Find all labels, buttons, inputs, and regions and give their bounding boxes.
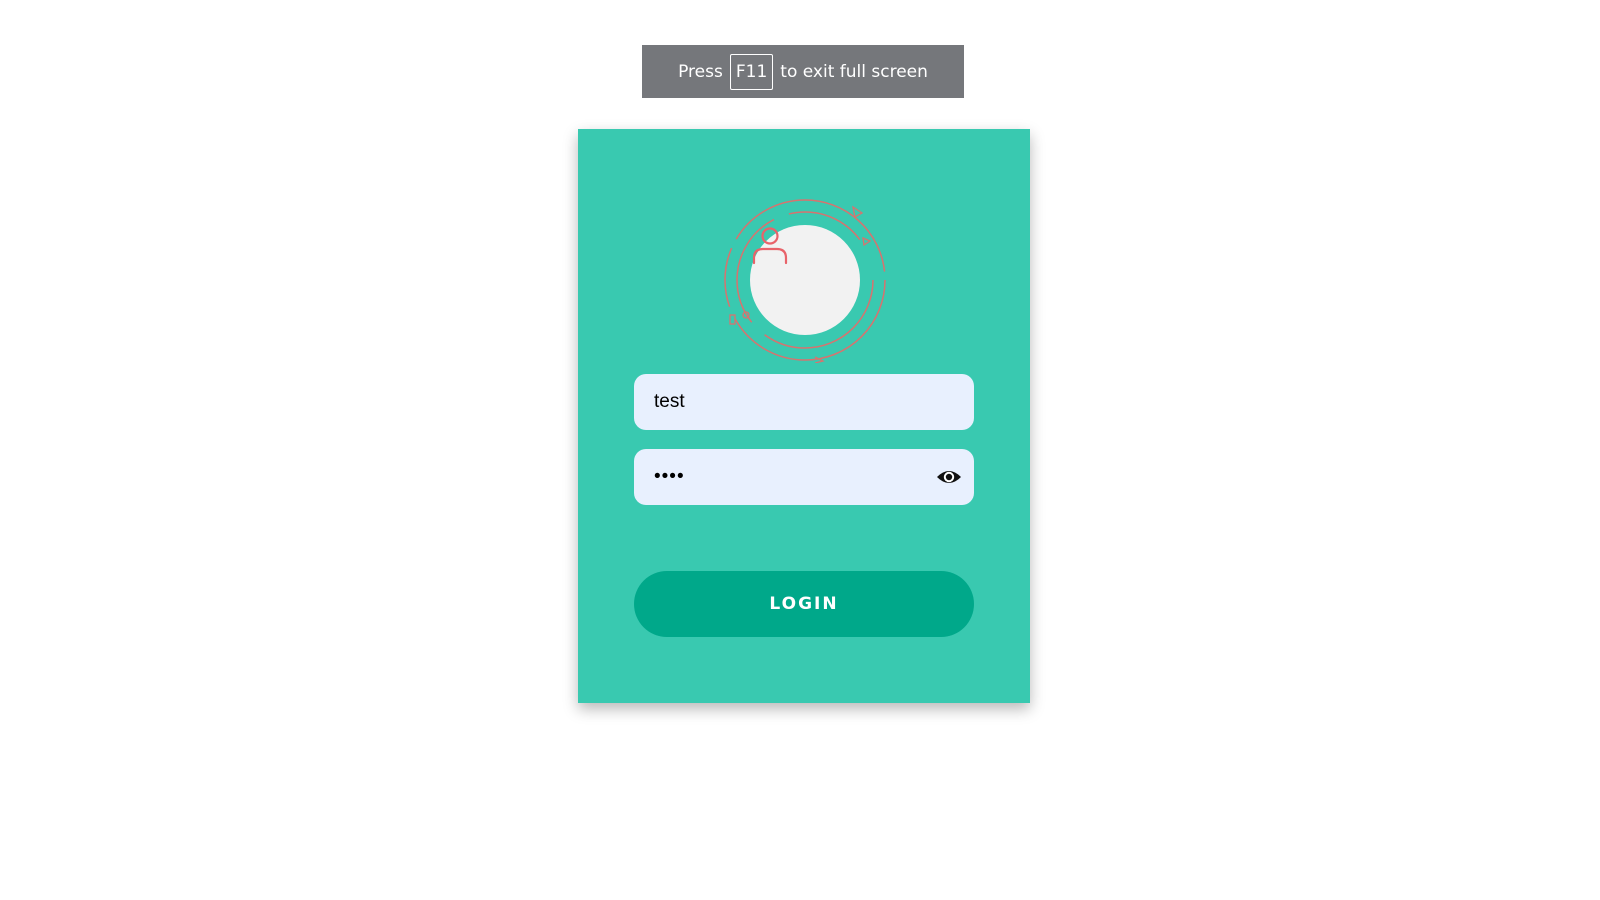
login-card: LOGIN [578,129,1030,703]
user-icon [752,227,788,265]
fullscreen-notice-suffix: to exit full screen [780,61,928,82]
username-field [634,374,974,430]
password-field [634,449,974,505]
fullscreen-notice-key: F11 [729,53,774,90]
username-input[interactable] [634,374,974,430]
password-input[interactable] [634,449,974,505]
avatar-decoration [722,197,888,363]
avatar [750,225,860,335]
login-button[interactable]: LOGIN [634,571,974,637]
fullscreen-notice-prefix: Press [678,61,723,82]
eye-icon[interactable] [936,465,962,489]
fullscreen-notice: Press F11 to exit full screen [642,45,964,98]
